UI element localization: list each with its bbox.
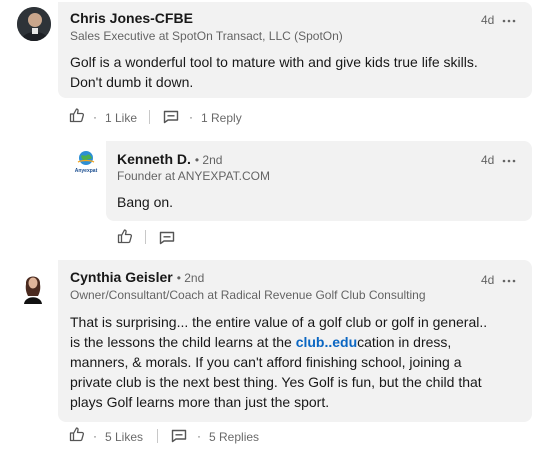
- comment-text: Golf is a wonderful tool to mature with …: [70, 54, 478, 90]
- comment-time: 4d: [481, 153, 495, 167]
- more-options-icon[interactable]: [501, 153, 517, 169]
- avatar-kenneth-d[interactable]: Anyexpat: [73, 149, 99, 175]
- comment-line: plays Golf learns more than just the spo…: [70, 394, 330, 410]
- separator-dot: ·: [189, 110, 193, 124]
- commenter-name[interactable]: Chris Jones-CFBE: [70, 10, 193, 26]
- avatar-cynthia-geisler[interactable]: [18, 270, 48, 304]
- more-options-icon[interactable]: [501, 273, 517, 289]
- like-count[interactable]: 1 Like: [105, 111, 137, 125]
- more-options-icon[interactable]: [501, 13, 517, 29]
- divider: [157, 429, 158, 443]
- comment-text: That is surprising... the entire value o…: [70, 312, 525, 412]
- like-icon: [117, 229, 133, 244]
- comment-time: 4d: [481, 273, 495, 287]
- comment-time: 4d: [481, 13, 495, 27]
- comment-line: private club is the next best thing. Yes…: [70, 374, 482, 390]
- separator-dot: ·: [93, 429, 97, 443]
- reply-icon: [171, 429, 187, 443]
- separator-dot: ·: [197, 429, 201, 443]
- reply-button[interactable]: [163, 110, 179, 124]
- anyexpat-logo-text: Anyexpat: [74, 168, 98, 174]
- divider: [149, 110, 150, 124]
- like-button[interactable]: [117, 228, 133, 244]
- reply-icon: [163, 110, 179, 124]
- reply-count[interactable]: 1 Reply: [201, 111, 242, 125]
- reply-icon: [159, 231, 175, 245]
- comment-text: Bang on.: [117, 194, 174, 210]
- comment-line: is the lessons the child learns at the c…: [70, 334, 452, 350]
- divider: [145, 230, 146, 244]
- commenter-headline: Sales Executive at SpotOn Transact, LLC …: [70, 29, 343, 43]
- reply-button[interactable]: [171, 429, 187, 443]
- inline-link[interactable]: club..edu: [296, 334, 357, 350]
- commenter-name[interactable]: Cynthia Geisler • 2nd: [70, 269, 204, 285]
- comment-line: That is surprising... the entire value o…: [70, 314, 488, 330]
- reply-button[interactable]: [159, 231, 175, 245]
- avatar-chris-jones[interactable]: [17, 7, 51, 41]
- like-icon: [69, 108, 85, 123]
- like-count[interactable]: 5 Likes: [105, 430, 143, 444]
- like-icon: [69, 427, 85, 442]
- commenter-headline: Founder at ANYEXPAT.COM: [117, 169, 270, 183]
- commenter-name[interactable]: Kenneth D. • 2nd: [117, 151, 222, 167]
- like-button[interactable]: [69, 426, 85, 442]
- like-button[interactable]: [69, 107, 85, 123]
- commenter-headline: Owner/Consultant/Coach at Radical Revenu…: [70, 288, 426, 302]
- reply-count[interactable]: 5 Replies: [209, 430, 259, 444]
- comment-line: manners, & morals. If you can't afford f…: [70, 354, 462, 370]
- connection-degree: • 2nd: [176, 271, 205, 285]
- connection-degree: • 2nd: [194, 153, 223, 167]
- separator-dot: ·: [93, 110, 97, 124]
